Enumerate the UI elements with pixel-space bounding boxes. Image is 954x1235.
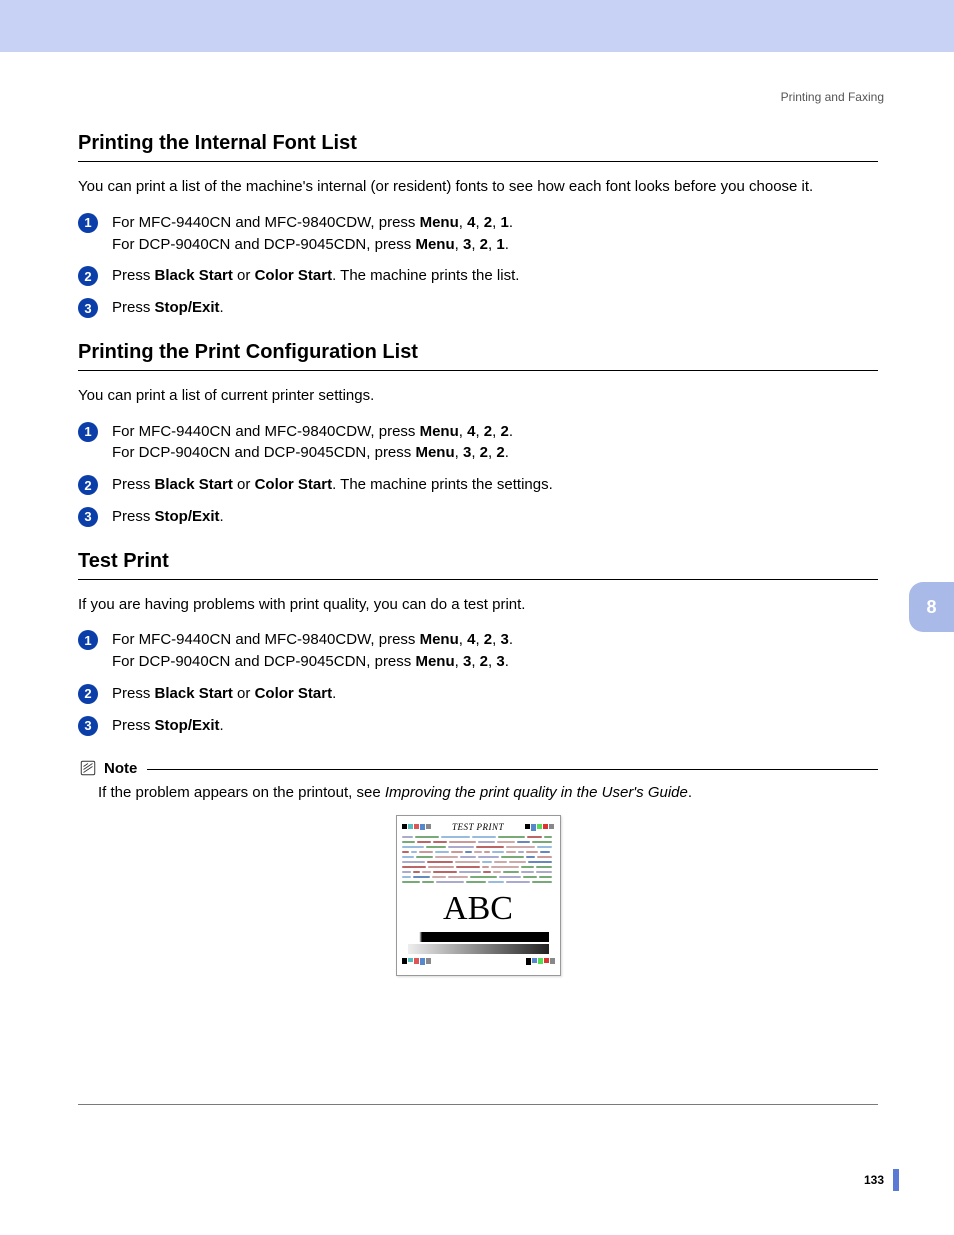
- step-body: Press Stop/Exit.: [112, 506, 878, 528]
- step-number-badge: 3: [78, 298, 98, 318]
- section-intro: You can print a list of current printer …: [78, 385, 878, 407]
- step-number-badge: 1: [78, 213, 98, 233]
- step-number-badge: 1: [78, 630, 98, 650]
- step: 2 Press Black Start or Color Start.: [78, 683, 878, 705]
- step-number-badge: 3: [78, 507, 98, 527]
- page-number: 133: [864, 1173, 884, 1187]
- step: 1 For MFC-9440CN and MFC-9840CDW, press M…: [78, 629, 878, 673]
- chapter-tab: 8: [909, 582, 954, 632]
- step-number-badge: 3: [78, 716, 98, 736]
- section-heading: Test Print: [78, 550, 878, 573]
- footer-rule: [78, 1104, 878, 1105]
- step: 3 Press Stop/Exit.: [78, 297, 878, 319]
- note-icon: [78, 758, 98, 778]
- step-body: For MFC-9440CN and MFC-9840CDW, press Me…: [112, 212, 878, 256]
- step-number-badge: 2: [78, 266, 98, 286]
- step: 1 For MFC-9440CN and MFC-9840CDW, press M…: [78, 421, 878, 465]
- step-number-badge: 2: [78, 684, 98, 704]
- section-rule: [78, 370, 878, 371]
- figure-title: TEST PRINT: [452, 822, 504, 832]
- step: 2 Press Black Start or Color Start. The m…: [78, 474, 878, 496]
- step-body: Press Stop/Exit.: [112, 715, 878, 737]
- step-body: For MFC-9440CN and MFC-9840CDW, press Me…: [112, 629, 878, 673]
- step-body: Press Stop/Exit.: [112, 297, 878, 319]
- section-rule: [78, 161, 878, 162]
- note-label: Note: [104, 760, 137, 777]
- page-number-bar: [893, 1169, 899, 1191]
- step-number-badge: 1: [78, 422, 98, 442]
- page: Printing and Faxing Printing the Interna…: [0, 52, 954, 1235]
- test-print-figure: TEST PRINT ABC: [396, 815, 561, 976]
- top-band: [0, 0, 954, 52]
- step: 3 Press Stop/Exit.: [78, 506, 878, 528]
- content-area: Printing the Internal Font List You can p…: [78, 132, 878, 976]
- section-intro: If you are having problems with print qu…: [78, 594, 878, 616]
- step-number-badge: 2: [78, 475, 98, 495]
- figure-sample-text: ABC: [402, 890, 555, 928]
- section-heading: Printing the Print Configuration List: [78, 341, 878, 364]
- step: 1 For MFC-9440CN and MFC-9840CDW, press M…: [78, 212, 878, 256]
- step-body: Press Black Start or Color Start. The ma…: [112, 474, 878, 496]
- section-intro: You can print a list of the machine's in…: [78, 176, 878, 198]
- section-rule: [78, 579, 878, 580]
- breadcrumb: Printing and Faxing: [781, 90, 884, 104]
- step: 2 Press Black Start or Color Start. The m…: [78, 265, 878, 287]
- step: 3 Press Stop/Exit.: [78, 715, 878, 737]
- note-header: Note: [78, 758, 878, 778]
- step-body: Press Black Start or Color Start.: [112, 683, 878, 705]
- section-heading: Printing the Internal Font List: [78, 132, 878, 155]
- step-body: For MFC-9440CN and MFC-9840CDW, press Me…: [112, 421, 878, 465]
- note-text: If the problem appears on the printout, …: [98, 784, 878, 801]
- note-rule: [147, 769, 878, 770]
- step-body: Press Black Start or Color Start. The ma…: [112, 265, 878, 287]
